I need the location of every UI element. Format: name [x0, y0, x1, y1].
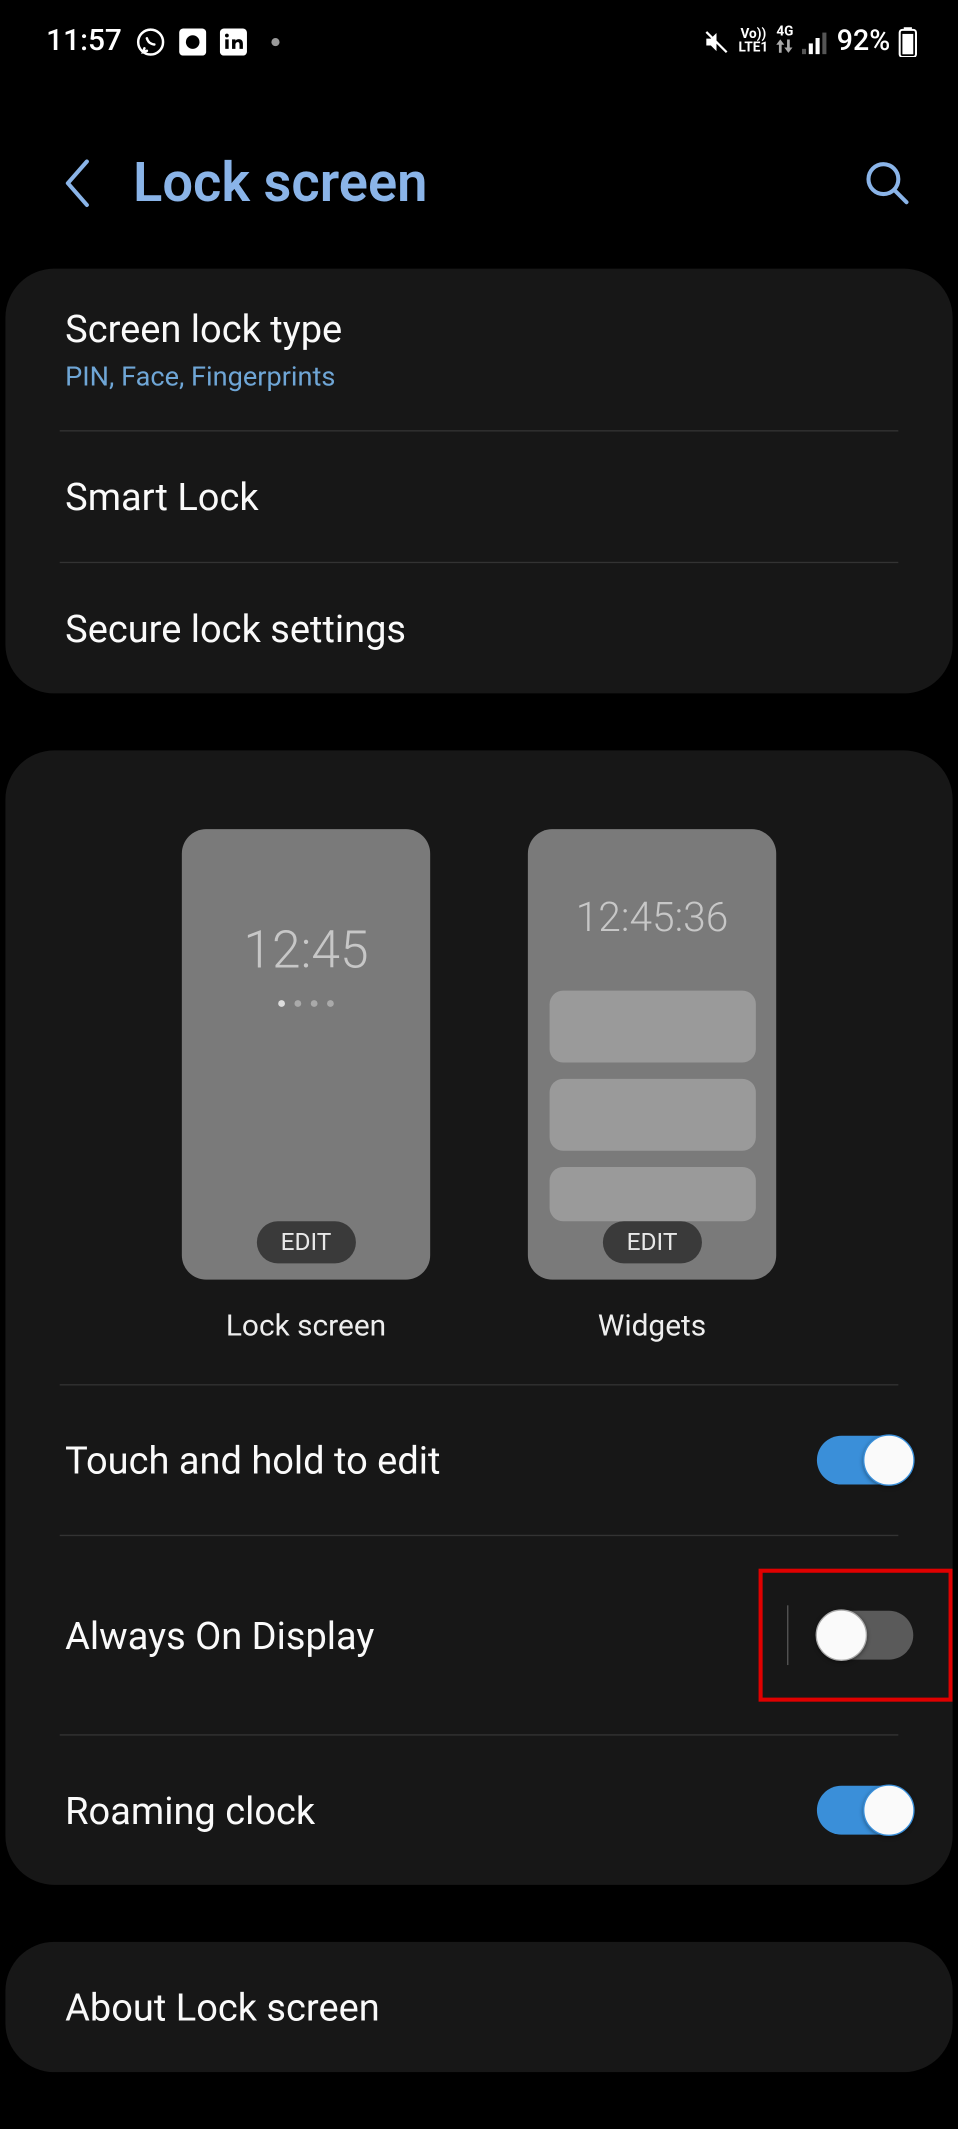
battery-icon	[898, 26, 917, 56]
about-card: About Lock screen	[5, 1942, 952, 2072]
row-title: Screen lock type	[65, 307, 893, 352]
preview-widgets[interactable]: 12:45:36 EDIT Widgets	[528, 829, 776, 1343]
row-screen-lock-type[interactable]: Screen lock type PIN, Face, Fingerprints	[5, 269, 952, 430]
previews-container: 12:45 EDIT Lock screen 12:45:36 EDIT Wid…	[5, 750, 952, 1384]
row-title: Smart Lock	[65, 474, 893, 519]
status-bar: 11:57 Vo)) LTE1 4G	[0, 0, 958, 69]
roaming-clock-toggle[interactable]	[817, 1786, 912, 1835]
touch-hold-toggle[interactable]	[817, 1436, 912, 1485]
whatsapp-icon	[135, 26, 165, 56]
previews-card: 12:45 EDIT Lock screen 12:45:36 EDIT Wid…	[5, 750, 952, 1884]
preview-phone-lock: 12:45 EDIT	[182, 829, 430, 1280]
battery-percent: 92%	[837, 25, 890, 58]
row-title: About Lock screen	[65, 1985, 893, 2030]
status-time: 11:57	[46, 24, 122, 58]
row-about-lock-screen[interactable]: About Lock screen	[5, 1942, 952, 2072]
aod-toggle[interactable]	[818, 1611, 913, 1660]
toggle-label: Touch and hold to edit	[65, 1438, 440, 1483]
back-button[interactable]	[62, 155, 95, 209]
row-title: Secure lock settings	[65, 606, 893, 651]
signal-icon	[802, 29, 829, 53]
row-subtitle: PIN, Face, Fingerprints	[65, 360, 893, 393]
app-icon	[179, 28, 206, 55]
preview-phone-widgets: 12:45:36 EDIT	[528, 829, 776, 1280]
linkedin-icon	[220, 28, 247, 55]
row-roaming-clock[interactable]: Roaming clock	[5, 1736, 952, 1885]
row-smart-lock[interactable]: Smart Lock	[5, 432, 952, 562]
network-indicator: 4G	[776, 26, 793, 57]
page-title: Lock screen	[133, 151, 825, 215]
mute-icon	[703, 28, 730, 55]
widget-blocks	[549, 991, 755, 1222]
search-button[interactable]	[863, 158, 912, 207]
preview-clock: 12:45	[243, 921, 368, 981]
row-always-on-display[interactable]: Always On Display	[5, 1536, 952, 1734]
preview-label: Widgets	[598, 1310, 706, 1344]
edit-button[interactable]: EDIT	[256, 1221, 356, 1263]
status-left: 11:57	[46, 24, 279, 58]
volte-indicator: Vo)) LTE1	[739, 28, 769, 55]
status-right: Vo)) LTE1 4G 92%	[703, 25, 917, 58]
preview-label: Lock screen	[226, 1310, 386, 1344]
more-notifications-dot	[271, 37, 279, 45]
row-secure-lock-settings[interactable]: Secure lock settings	[5, 563, 952, 693]
preview-lock-screen[interactable]: 12:45 EDIT Lock screen	[182, 829, 430, 1343]
lock-options-card: Screen lock type PIN, Face, Fingerprints…	[5, 269, 952, 694]
header: Lock screen	[0, 69, 958, 268]
edit-button[interactable]: EDIT	[602, 1221, 702, 1263]
toggle-label: Always On Display	[65, 1613, 374, 1658]
row-touch-hold-edit[interactable]: Touch and hold to edit	[5, 1385, 952, 1534]
data-arrows-icon	[776, 39, 793, 57]
highlight-annotation	[759, 1569, 953, 1702]
toggle-label: Roaming clock	[65, 1788, 315, 1833]
separator	[787, 1605, 788, 1665]
page-dots	[278, 1000, 334, 1007]
preview-clock: 12:45:36	[576, 894, 729, 941]
